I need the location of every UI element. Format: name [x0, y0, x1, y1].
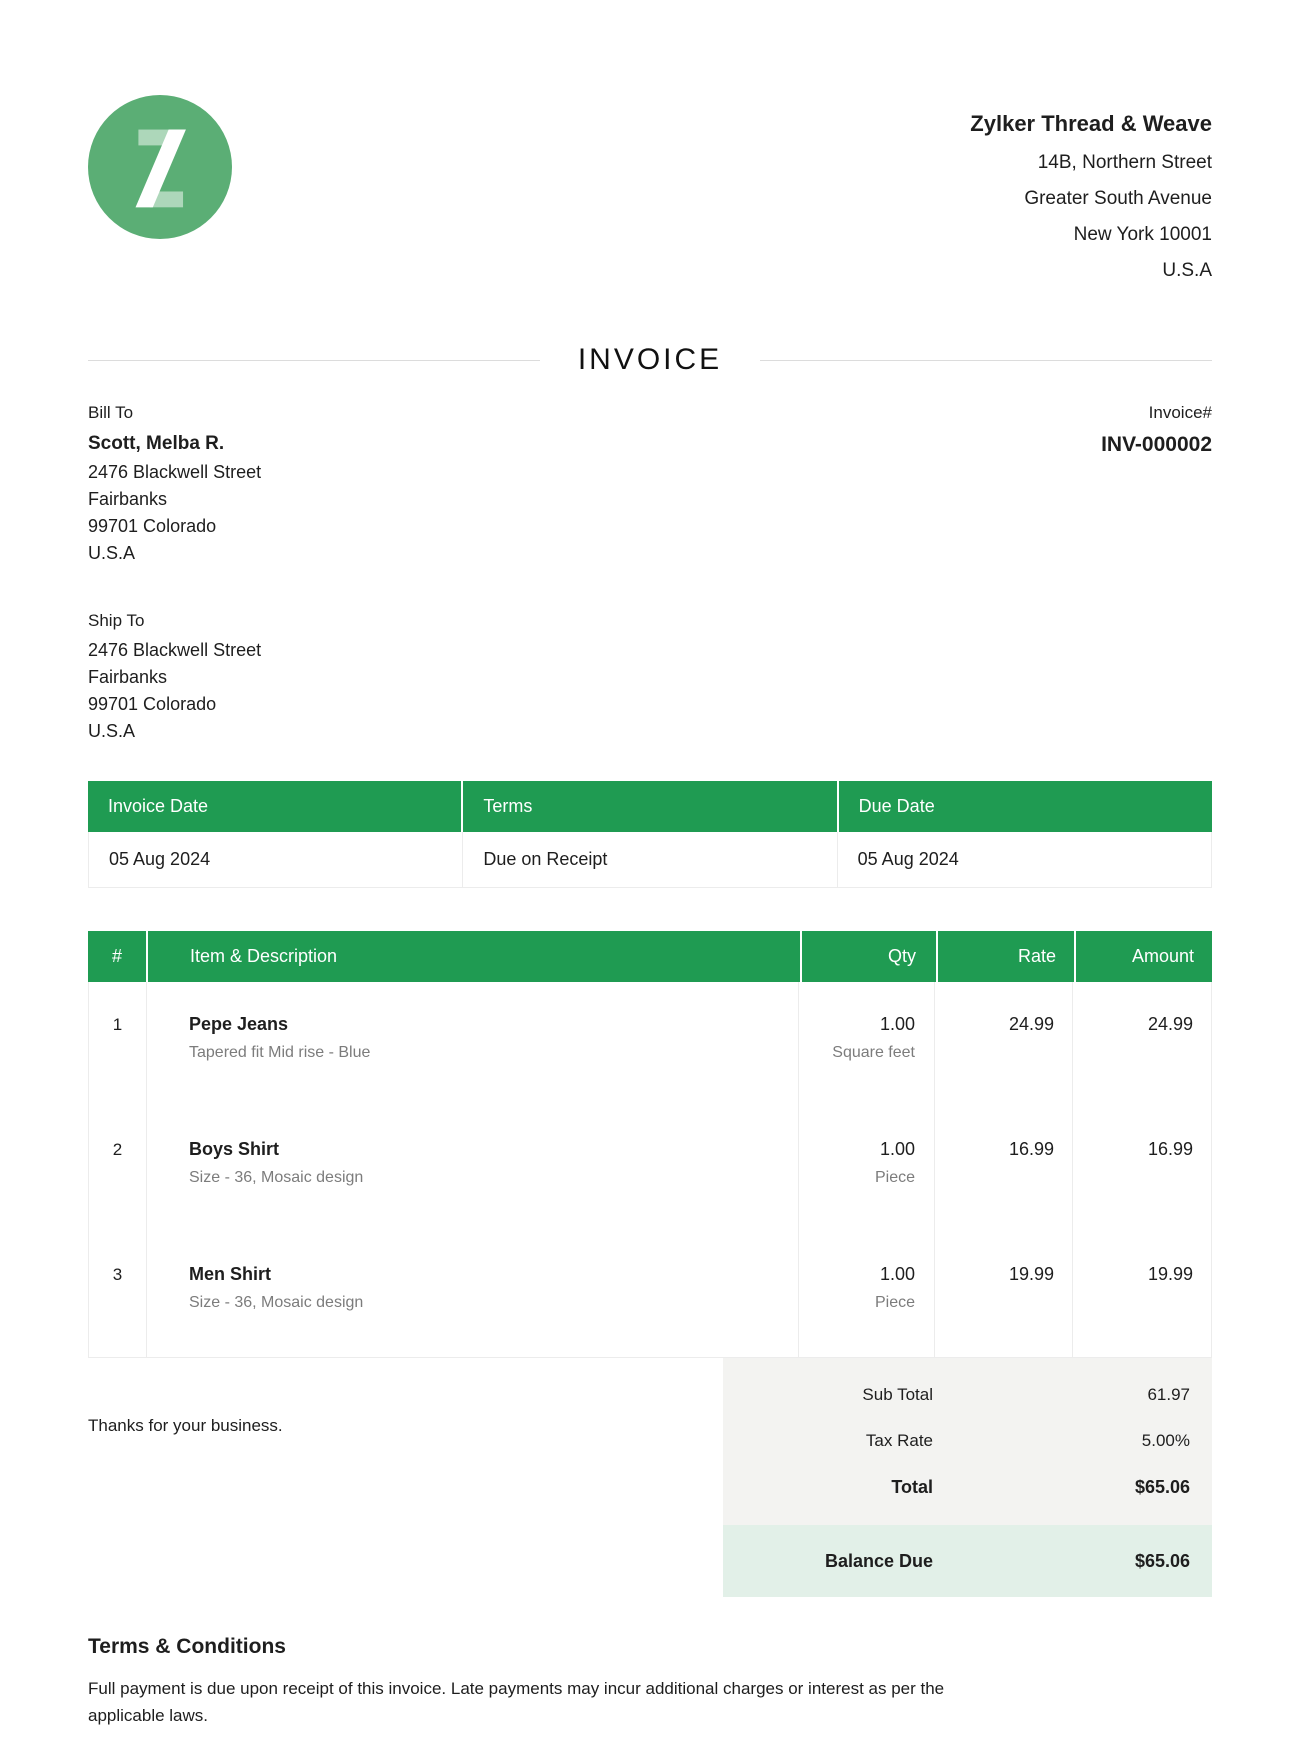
- col-header-number: #: [88, 931, 146, 982]
- total-label: Total: [891, 1477, 933, 1498]
- company-address-line: New York 10001: [970, 217, 1212, 253]
- ship-to-address-line: 2476 Blackwell Street: [88, 637, 1212, 664]
- item-cell: Pepe Jeans Tapered fit Mid rise - Blue: [147, 982, 799, 1107]
- item-qty: 1.00: [799, 1139, 915, 1160]
- company-logo: [88, 95, 232, 239]
- items-table-body: 1 Pepe Jeans Tapered fit Mid rise - Blue…: [88, 982, 1212, 1358]
- balance-due-row: Balance Due $65.06: [723, 1525, 1212, 1597]
- ship-to-address-line: U.S.A: [88, 718, 1212, 745]
- tax-rate-value: 5.00%: [933, 1431, 1190, 1451]
- total-row: Total $65.06: [745, 1464, 1190, 1511]
- item-description: Size - 36, Mosaic design: [189, 1294, 778, 1312]
- item-number: 2: [89, 1107, 147, 1232]
- due-date-value: 05 Aug 2024: [837, 832, 1211, 887]
- item-amount: 24.99: [1073, 982, 1211, 1107]
- page-title: INVOICE: [578, 343, 722, 377]
- bill-to-label: Bill To: [88, 401, 261, 425]
- item-amount: 16.99: [1073, 1107, 1211, 1232]
- item-number: 3: [89, 1232, 147, 1357]
- item-number: 1: [89, 982, 147, 1107]
- balance-due-label: Balance Due: [825, 1551, 933, 1572]
- tax-rate-label: Tax Rate: [866, 1431, 933, 1451]
- subtotal-label: Sub Total: [862, 1385, 933, 1405]
- bill-to-address-line: 99701 Colorado: [88, 513, 261, 540]
- item-rate: 19.99: [935, 1232, 1073, 1357]
- item-rate: 24.99: [935, 982, 1073, 1107]
- col-header-amount: Amount: [1074, 931, 1212, 982]
- totals-box: Sub Total 61.97 Tax Rate 5.00% Total $65…: [723, 1358, 1212, 1597]
- company-address-line: 14B, Northern Street: [970, 145, 1212, 181]
- item-name: Boys Shirt: [189, 1139, 778, 1160]
- terms-value: Due on Receipt: [462, 832, 836, 887]
- item-name: Men Shirt: [189, 1264, 778, 1285]
- table-row: 2 Boys Shirt Size - 36, Mosaic design 1.…: [89, 1107, 1211, 1232]
- title-row: INVOICE: [88, 343, 1212, 377]
- invoice-number-block: Invoice# INV-000002: [1101, 401, 1212, 567]
- bill-to-address-line: U.S.A: [88, 540, 261, 567]
- title-rule-right: [760, 360, 1212, 361]
- table-row: 3 Men Shirt Size - 36, Mosaic design 1.0…: [89, 1232, 1211, 1357]
- item-description: Size - 36, Mosaic design: [189, 1169, 778, 1187]
- dates-table-values: 05 Aug 2024 Due on Receipt 05 Aug 2024: [88, 832, 1212, 888]
- company-address-line: Greater South Avenue: [970, 181, 1212, 217]
- company-name: Zylker Thread & Weave: [970, 107, 1212, 141]
- subtotal-row: Sub Total 61.97: [745, 1372, 1190, 1418]
- total-value: $65.06: [933, 1477, 1190, 1498]
- terms-text-line: Full payment is due upon receipt of this…: [88, 1675, 1212, 1702]
- subtotal-value: 61.97: [933, 1385, 1190, 1405]
- item-unit: Piece: [799, 1294, 915, 1312]
- invoice-number-label: Invoice#: [1101, 401, 1212, 425]
- terms-and-conditions: Terms & Conditions Full payment is due u…: [88, 1635, 1212, 1729]
- item-cell: Boys Shirt Size - 36, Mosaic design: [147, 1107, 799, 1232]
- terms-header: Terms: [461, 781, 836, 832]
- due-date-header: Due Date: [837, 781, 1212, 832]
- item-amount: 19.99: [1073, 1232, 1211, 1357]
- ship-to-address-line: 99701 Colorado: [88, 691, 1212, 718]
- company-block: Zylker Thread & Weave 14B, Northern Stre…: [970, 107, 1212, 289]
- item-qty: 1.00: [799, 1264, 915, 1285]
- bill-to-block: Bill To Scott, Melba R. 2476 Blackwell S…: [88, 401, 261, 567]
- line-items-table: # Item & Description Qty Rate Amount 1 P…: [88, 931, 1212, 1358]
- company-address-line: U.S.A: [970, 253, 1212, 289]
- item-name: Pepe Jeans: [189, 1014, 778, 1035]
- item-unit: Piece: [799, 1169, 915, 1187]
- bill-to-address-line: Fairbanks: [88, 486, 261, 513]
- item-rate: 16.99: [935, 1107, 1073, 1232]
- totals-main: Sub Total 61.97 Tax Rate 5.00% Total $65…: [723, 1358, 1212, 1525]
- item-description: Tapered fit Mid rise - Blue: [189, 1044, 778, 1062]
- totals-section: Thanks for your business. Sub Total 61.9…: [88, 1358, 1212, 1597]
- item-qty-cell: 1.00 Piece: [799, 1107, 935, 1232]
- col-header-item-description: Item & Description: [146, 931, 800, 982]
- invoice-date-header: Invoice Date: [88, 781, 461, 832]
- item-qty: 1.00: [799, 1014, 915, 1035]
- terms-text-line: applicable laws.: [88, 1702, 1212, 1729]
- bill-to-name: Scott, Melba R.: [88, 429, 261, 459]
- item-cell: Men Shirt Size - 36, Mosaic design: [147, 1232, 799, 1357]
- item-unit: Square feet: [799, 1044, 915, 1062]
- items-table-header: # Item & Description Qty Rate Amount: [88, 931, 1212, 982]
- invoice-number: INV-000002: [1101, 433, 1212, 457]
- invoice-dates-table: Invoice Date Terms Due Date 05 Aug 2024 …: [88, 781, 1212, 888]
- meta-row: Bill To Scott, Melba R. 2476 Blackwell S…: [88, 401, 1212, 567]
- tax-rate-row: Tax Rate 5.00%: [745, 1418, 1190, 1464]
- invoice-header: Zylker Thread & Weave 14B, Northern Stre…: [88, 95, 1212, 289]
- title-rule-left: [88, 360, 540, 361]
- thanks-note: Thanks for your business.: [88, 1416, 723, 1436]
- col-header-rate: Rate: [936, 931, 1074, 982]
- col-header-qty: Qty: [800, 931, 936, 982]
- ship-to-block: Ship To 2476 Blackwell Street Fairbanks …: [88, 609, 1212, 745]
- table-row: 1 Pepe Jeans Tapered fit Mid rise - Blue…: [89, 982, 1211, 1107]
- terms-heading: Terms & Conditions: [88, 1635, 1212, 1659]
- ship-to-address-line: Fairbanks: [88, 664, 1212, 691]
- dates-table-header: Invoice Date Terms Due Date: [88, 781, 1212, 832]
- balance-due-value: $65.06: [933, 1551, 1190, 1572]
- item-qty-cell: 1.00 Square feet: [799, 982, 935, 1107]
- item-qty-cell: 1.00 Piece: [799, 1232, 935, 1357]
- ship-to-label: Ship To: [88, 609, 1212, 633]
- bill-to-address-line: 2476 Blackwell Street: [88, 459, 261, 486]
- invoice-date-value: 05 Aug 2024: [89, 832, 462, 887]
